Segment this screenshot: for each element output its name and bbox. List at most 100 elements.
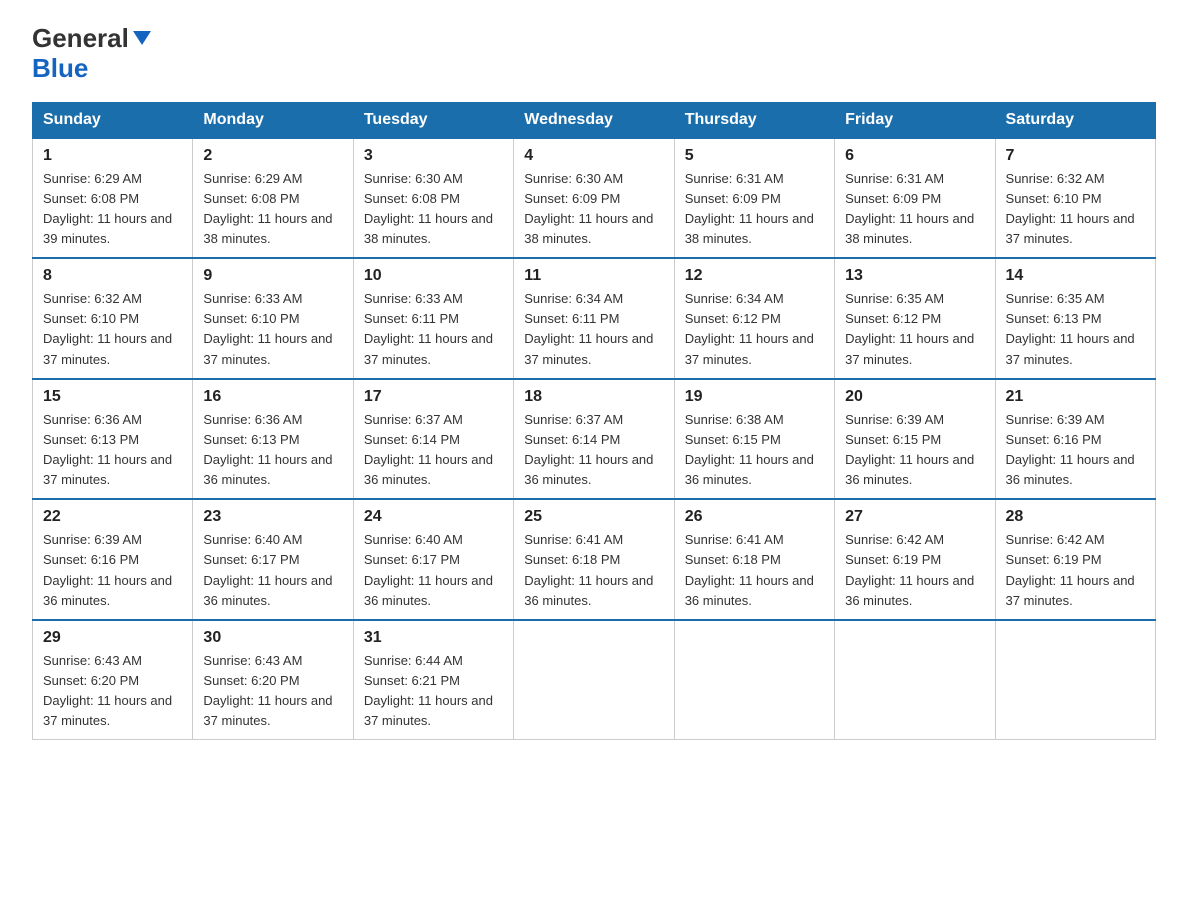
calendar-cell: 21 Sunrise: 6:39 AMSunset: 6:16 PMDaylig… (995, 379, 1155, 500)
day-number: 24 (364, 508, 503, 526)
day-number: 12 (685, 267, 824, 285)
day-number: 18 (524, 388, 663, 406)
calendar-cell: 10 Sunrise: 6:33 AMSunset: 6:11 PMDaylig… (353, 258, 513, 379)
day-info: Sunrise: 6:35 AMSunset: 6:13 PMDaylight:… (1006, 289, 1145, 370)
day-info: Sunrise: 6:40 AMSunset: 6:17 PMDaylight:… (364, 530, 503, 611)
day-number: 1 (43, 147, 182, 165)
day-number: 31 (364, 629, 503, 647)
day-number: 23 (203, 508, 342, 526)
calendar-cell (674, 620, 834, 740)
calendar-cell: 25 Sunrise: 6:41 AMSunset: 6:18 PMDaylig… (514, 499, 674, 620)
day-number: 15 (43, 388, 182, 406)
calendar-cell: 26 Sunrise: 6:41 AMSunset: 6:18 PMDaylig… (674, 499, 834, 620)
calendar-header: SundayMondayTuesdayWednesdayThursdayFrid… (33, 102, 1156, 138)
day-number: 20 (845, 388, 984, 406)
calendar-cell: 18 Sunrise: 6:37 AMSunset: 6:14 PMDaylig… (514, 379, 674, 500)
day-info: Sunrise: 6:33 AMSunset: 6:11 PMDaylight:… (364, 289, 503, 370)
day-number: 2 (203, 147, 342, 165)
day-info: Sunrise: 6:39 AMSunset: 6:16 PMDaylight:… (43, 530, 182, 611)
day-info: Sunrise: 6:35 AMSunset: 6:12 PMDaylight:… (845, 289, 984, 370)
calendar-cell: 13 Sunrise: 6:35 AMSunset: 6:12 PMDaylig… (835, 258, 995, 379)
day-number: 26 (685, 508, 824, 526)
day-number: 9 (203, 267, 342, 285)
calendar-cell: 20 Sunrise: 6:39 AMSunset: 6:15 PMDaylig… (835, 379, 995, 500)
day-number: 14 (1006, 267, 1145, 285)
day-info: Sunrise: 6:41 AMSunset: 6:18 PMDaylight:… (524, 530, 663, 611)
day-number: 7 (1006, 147, 1145, 165)
calendar-cell: 19 Sunrise: 6:38 AMSunset: 6:15 PMDaylig… (674, 379, 834, 500)
day-info: Sunrise: 6:43 AMSunset: 6:20 PMDaylight:… (203, 651, 342, 732)
calendar-cell (995, 620, 1155, 740)
calendar-week-1: 1 Sunrise: 6:29 AMSunset: 6:08 PMDayligh… (33, 138, 1156, 259)
calendar-cell: 12 Sunrise: 6:34 AMSunset: 6:12 PMDaylig… (674, 258, 834, 379)
col-header-monday: Monday (193, 102, 353, 138)
day-info: Sunrise: 6:30 AMSunset: 6:08 PMDaylight:… (364, 169, 503, 250)
calendar-cell: 27 Sunrise: 6:42 AMSunset: 6:19 PMDaylig… (835, 499, 995, 620)
calendar-cell: 11 Sunrise: 6:34 AMSunset: 6:11 PMDaylig… (514, 258, 674, 379)
day-number: 17 (364, 388, 503, 406)
day-info: Sunrise: 6:40 AMSunset: 6:17 PMDaylight:… (203, 530, 342, 611)
page-header: General Blue (32, 24, 1156, 84)
calendar-week-4: 22 Sunrise: 6:39 AMSunset: 6:16 PMDaylig… (33, 499, 1156, 620)
day-info: Sunrise: 6:39 AMSunset: 6:15 PMDaylight:… (845, 410, 984, 491)
calendar-week-5: 29 Sunrise: 6:43 AMSunset: 6:20 PMDaylig… (33, 620, 1156, 740)
calendar-week-2: 8 Sunrise: 6:32 AMSunset: 6:10 PMDayligh… (33, 258, 1156, 379)
day-info: Sunrise: 6:29 AMSunset: 6:08 PMDaylight:… (203, 169, 342, 250)
day-number: 29 (43, 629, 182, 647)
calendar-cell: 29 Sunrise: 6:43 AMSunset: 6:20 PMDaylig… (33, 620, 193, 740)
day-info: Sunrise: 6:38 AMSunset: 6:15 PMDaylight:… (685, 410, 824, 491)
day-info: Sunrise: 6:41 AMSunset: 6:18 PMDaylight:… (685, 530, 824, 611)
day-info: Sunrise: 6:34 AMSunset: 6:12 PMDaylight:… (685, 289, 824, 370)
calendar-cell: 3 Sunrise: 6:30 AMSunset: 6:08 PMDayligh… (353, 138, 513, 259)
day-info: Sunrise: 6:30 AMSunset: 6:09 PMDaylight:… (524, 169, 663, 250)
day-number: 21 (1006, 388, 1145, 406)
calendar-cell: 8 Sunrise: 6:32 AMSunset: 6:10 PMDayligh… (33, 258, 193, 379)
calendar-cell: 31 Sunrise: 6:44 AMSunset: 6:21 PMDaylig… (353, 620, 513, 740)
calendar-cell: 30 Sunrise: 6:43 AMSunset: 6:20 PMDaylig… (193, 620, 353, 740)
day-info: Sunrise: 6:36 AMSunset: 6:13 PMDaylight:… (43, 410, 182, 491)
col-header-sunday: Sunday (33, 102, 193, 138)
calendar-cell: 6 Sunrise: 6:31 AMSunset: 6:09 PMDayligh… (835, 138, 995, 259)
calendar-cell: 22 Sunrise: 6:39 AMSunset: 6:16 PMDaylig… (33, 499, 193, 620)
day-info: Sunrise: 6:31 AMSunset: 6:09 PMDaylight:… (845, 169, 984, 250)
logo: General Blue (32, 24, 153, 84)
day-number: 27 (845, 508, 984, 526)
day-info: Sunrise: 6:31 AMSunset: 6:09 PMDaylight:… (685, 169, 824, 250)
day-info: Sunrise: 6:43 AMSunset: 6:20 PMDaylight:… (43, 651, 182, 732)
calendar-cell: 15 Sunrise: 6:36 AMSunset: 6:13 PMDaylig… (33, 379, 193, 500)
logo-text-general: General (32, 24, 129, 53)
day-number: 25 (524, 508, 663, 526)
day-info: Sunrise: 6:36 AMSunset: 6:13 PMDaylight:… (203, 410, 342, 491)
calendar-cell (835, 620, 995, 740)
calendar-table: SundayMondayTuesdayWednesdayThursdayFrid… (32, 102, 1156, 741)
day-info: Sunrise: 6:34 AMSunset: 6:11 PMDaylight:… (524, 289, 663, 370)
day-info: Sunrise: 6:37 AMSunset: 6:14 PMDaylight:… (364, 410, 503, 491)
day-info: Sunrise: 6:33 AMSunset: 6:10 PMDaylight:… (203, 289, 342, 370)
day-info: Sunrise: 6:44 AMSunset: 6:21 PMDaylight:… (364, 651, 503, 732)
day-info: Sunrise: 6:37 AMSunset: 6:14 PMDaylight:… (524, 410, 663, 491)
calendar-cell: 17 Sunrise: 6:37 AMSunset: 6:14 PMDaylig… (353, 379, 513, 500)
day-number: 5 (685, 147, 824, 165)
calendar-cell: 16 Sunrise: 6:36 AMSunset: 6:13 PMDaylig… (193, 379, 353, 500)
day-number: 8 (43, 267, 182, 285)
calendar-cell: 9 Sunrise: 6:33 AMSunset: 6:10 PMDayligh… (193, 258, 353, 379)
logo-text-blue: Blue (32, 53, 88, 84)
calendar-cell (514, 620, 674, 740)
col-header-thursday: Thursday (674, 102, 834, 138)
calendar-cell: 23 Sunrise: 6:40 AMSunset: 6:17 PMDaylig… (193, 499, 353, 620)
day-number: 4 (524, 147, 663, 165)
col-header-wednesday: Wednesday (514, 102, 674, 138)
col-header-saturday: Saturday (995, 102, 1155, 138)
day-number: 13 (845, 267, 984, 285)
day-info: Sunrise: 6:42 AMSunset: 6:19 PMDaylight:… (1006, 530, 1145, 611)
calendar-cell: 1 Sunrise: 6:29 AMSunset: 6:08 PMDayligh… (33, 138, 193, 259)
calendar-cell: 2 Sunrise: 6:29 AMSunset: 6:08 PMDayligh… (193, 138, 353, 259)
day-number: 11 (524, 267, 663, 285)
day-info: Sunrise: 6:32 AMSunset: 6:10 PMDaylight:… (1006, 169, 1145, 250)
calendar-cell: 24 Sunrise: 6:40 AMSunset: 6:17 PMDaylig… (353, 499, 513, 620)
calendar-cell: 28 Sunrise: 6:42 AMSunset: 6:19 PMDaylig… (995, 499, 1155, 620)
day-number: 10 (364, 267, 503, 285)
calendar-cell: 14 Sunrise: 6:35 AMSunset: 6:13 PMDaylig… (995, 258, 1155, 379)
calendar-week-3: 15 Sunrise: 6:36 AMSunset: 6:13 PMDaylig… (33, 379, 1156, 500)
col-header-friday: Friday (835, 102, 995, 138)
